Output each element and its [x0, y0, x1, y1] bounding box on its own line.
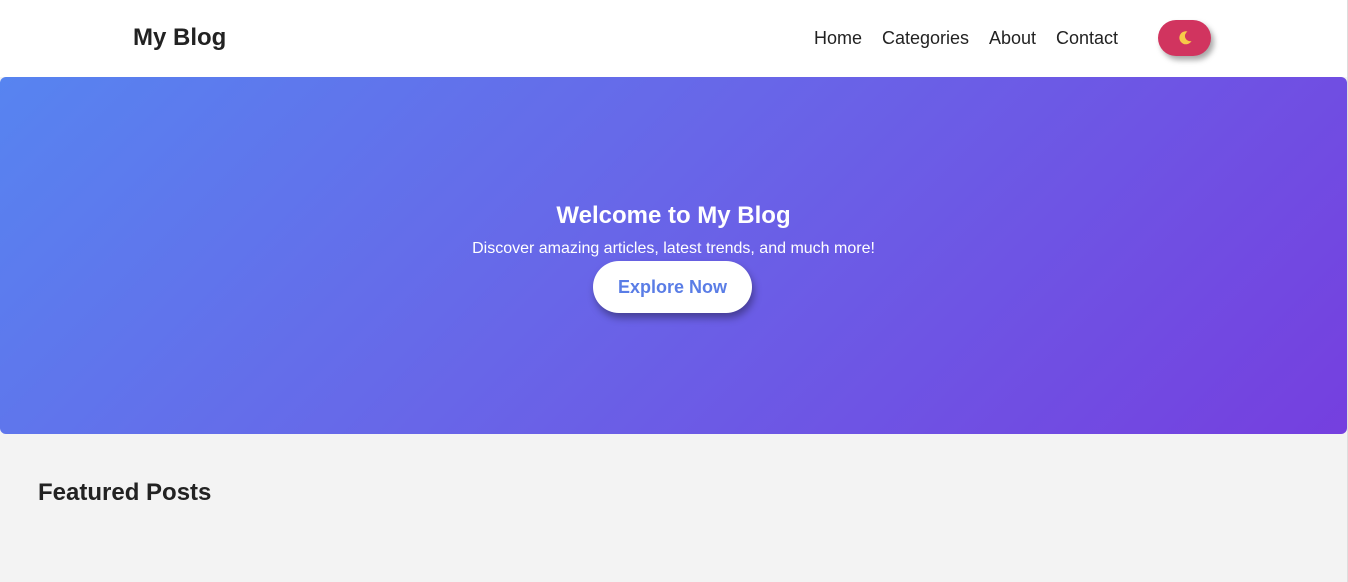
navbar: My Blog Home Categories About Contact	[0, 0, 1348, 77]
hero-subtitle: Discover amazing articles, latest trends…	[472, 240, 875, 257]
nav-link-about[interactable]: About	[989, 26, 1036, 50]
nav-link-categories[interactable]: Categories	[882, 26, 969, 50]
hero-banner: Welcome to My Blog Discover amazing arti…	[0, 77, 1347, 434]
hero-title: Welcome to My Blog	[556, 202, 791, 229]
theme-toggle-button[interactable]	[1158, 20, 1211, 56]
featured-posts-title: Featured Posts	[38, 479, 212, 506]
moon-icon	[1179, 31, 1192, 45]
main-nav: Home Categories About Contact	[0, 26, 1348, 50]
nav-link-home[interactable]: Home	[814, 26, 862, 50]
explore-now-button[interactable]: Explore Now	[593, 261, 752, 313]
nav-link-contact[interactable]: Contact	[1056, 26, 1118, 50]
